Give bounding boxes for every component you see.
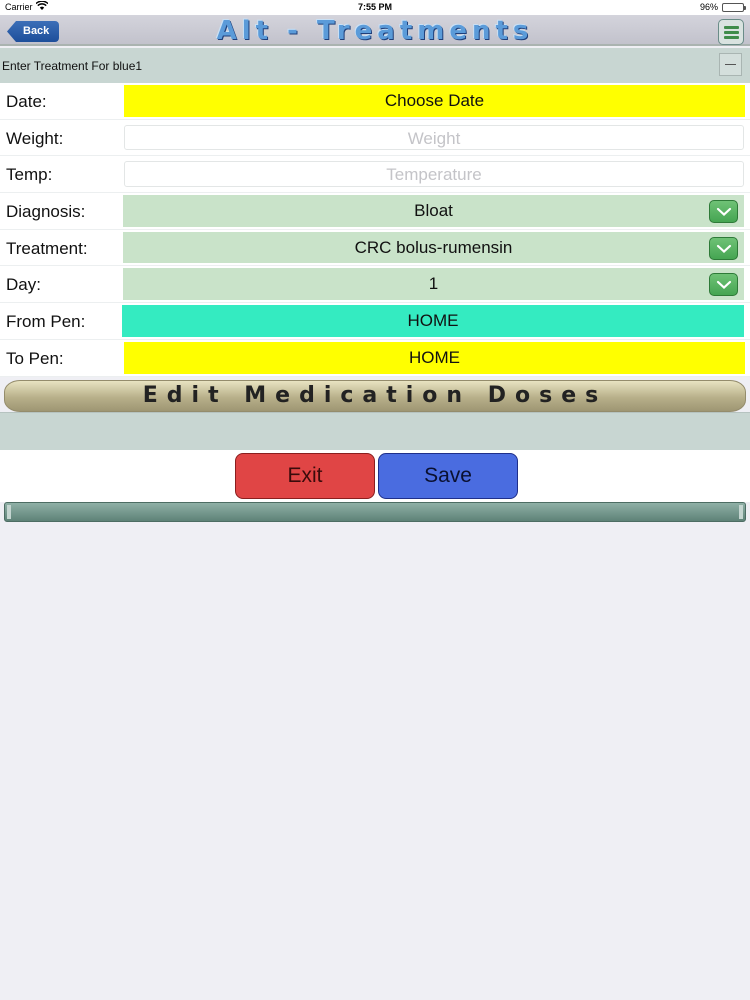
from-pen-row: From Pen: HOME [0, 303, 750, 340]
to-pen-button[interactable]: HOME [124, 341, 745, 374]
battery-percent: 96% [699, 2, 718, 12]
chevron-down-icon[interactable] [709, 236, 738, 260]
battery-icon [722, 3, 746, 12]
from-pen-button[interactable]: HOME [122, 305, 744, 337]
action-buttons: Exit Save [0, 450, 750, 502]
temp-label: Temp: [6, 165, 53, 185]
weight-input[interactable]: Weight [124, 124, 744, 151]
weight-label: Weight: [6, 128, 64, 148]
collapse-button[interactable] [719, 53, 742, 76]
from-pen-label: From Pen: [6, 312, 86, 332]
treatment-select[interactable]: CRC bolus-rumensin [123, 231, 744, 264]
treatment-row: Treatment: CRC bolus-rumensin [0, 230, 750, 267]
choose-date-button[interactable]: Choose Date [124, 85, 745, 117]
to-pen-label: To Pen: [6, 348, 64, 368]
section-header: Enter Treatment For blue1 [0, 48, 750, 83]
section-header-label: Enter Treatment For blue1 [2, 59, 143, 73]
clock: 7:55 PM [357, 2, 392, 12]
diagnosis-label: Diagnosis: [6, 202, 86, 222]
weight-row: Weight: Weight [0, 120, 750, 157]
edit-medication-doses-button[interactable]: Edit Medication Doses [4, 380, 746, 412]
divider-band [0, 412, 750, 450]
day-row: Day: 1 [0, 266, 750, 304]
page-title: Alt - Treatments [216, 16, 534, 46]
date-label: Date: [6, 92, 47, 111]
day-label: Day: [6, 275, 41, 295]
date-row: Date: Choose Date [0, 83, 750, 120]
save-button[interactable]: Save [378, 453, 518, 499]
to-pen-row: To Pen: HOME [0, 340, 750, 377]
day-select[interactable]: 1 [123, 268, 744, 301]
treatment-label: Treatment: [6, 238, 88, 258]
navigation-bar: Back Alt - Treatments [0, 15, 750, 46]
temperature-input[interactable]: Temperature [124, 161, 744, 188]
bottom-toolbar [4, 502, 746, 522]
chevron-down-icon[interactable] [709, 200, 738, 224]
menu-icon[interactable] [718, 19, 744, 45]
diagnosis-row: Diagnosis: Bloat [0, 193, 750, 230]
diagnosis-select[interactable]: Bloat [123, 195, 744, 227]
exit-button[interactable]: Exit [235, 453, 375, 499]
status-bar: Carrier 7:55 PM 96% [0, 0, 750, 15]
temp-row: Temp: Temperature [0, 156, 750, 194]
treatment-form: Date: Choose Date Weight: Weight Temp: T… [0, 83, 750, 377]
chevron-down-icon[interactable] [709, 273, 738, 297]
back-button[interactable]: Back [7, 21, 60, 42]
